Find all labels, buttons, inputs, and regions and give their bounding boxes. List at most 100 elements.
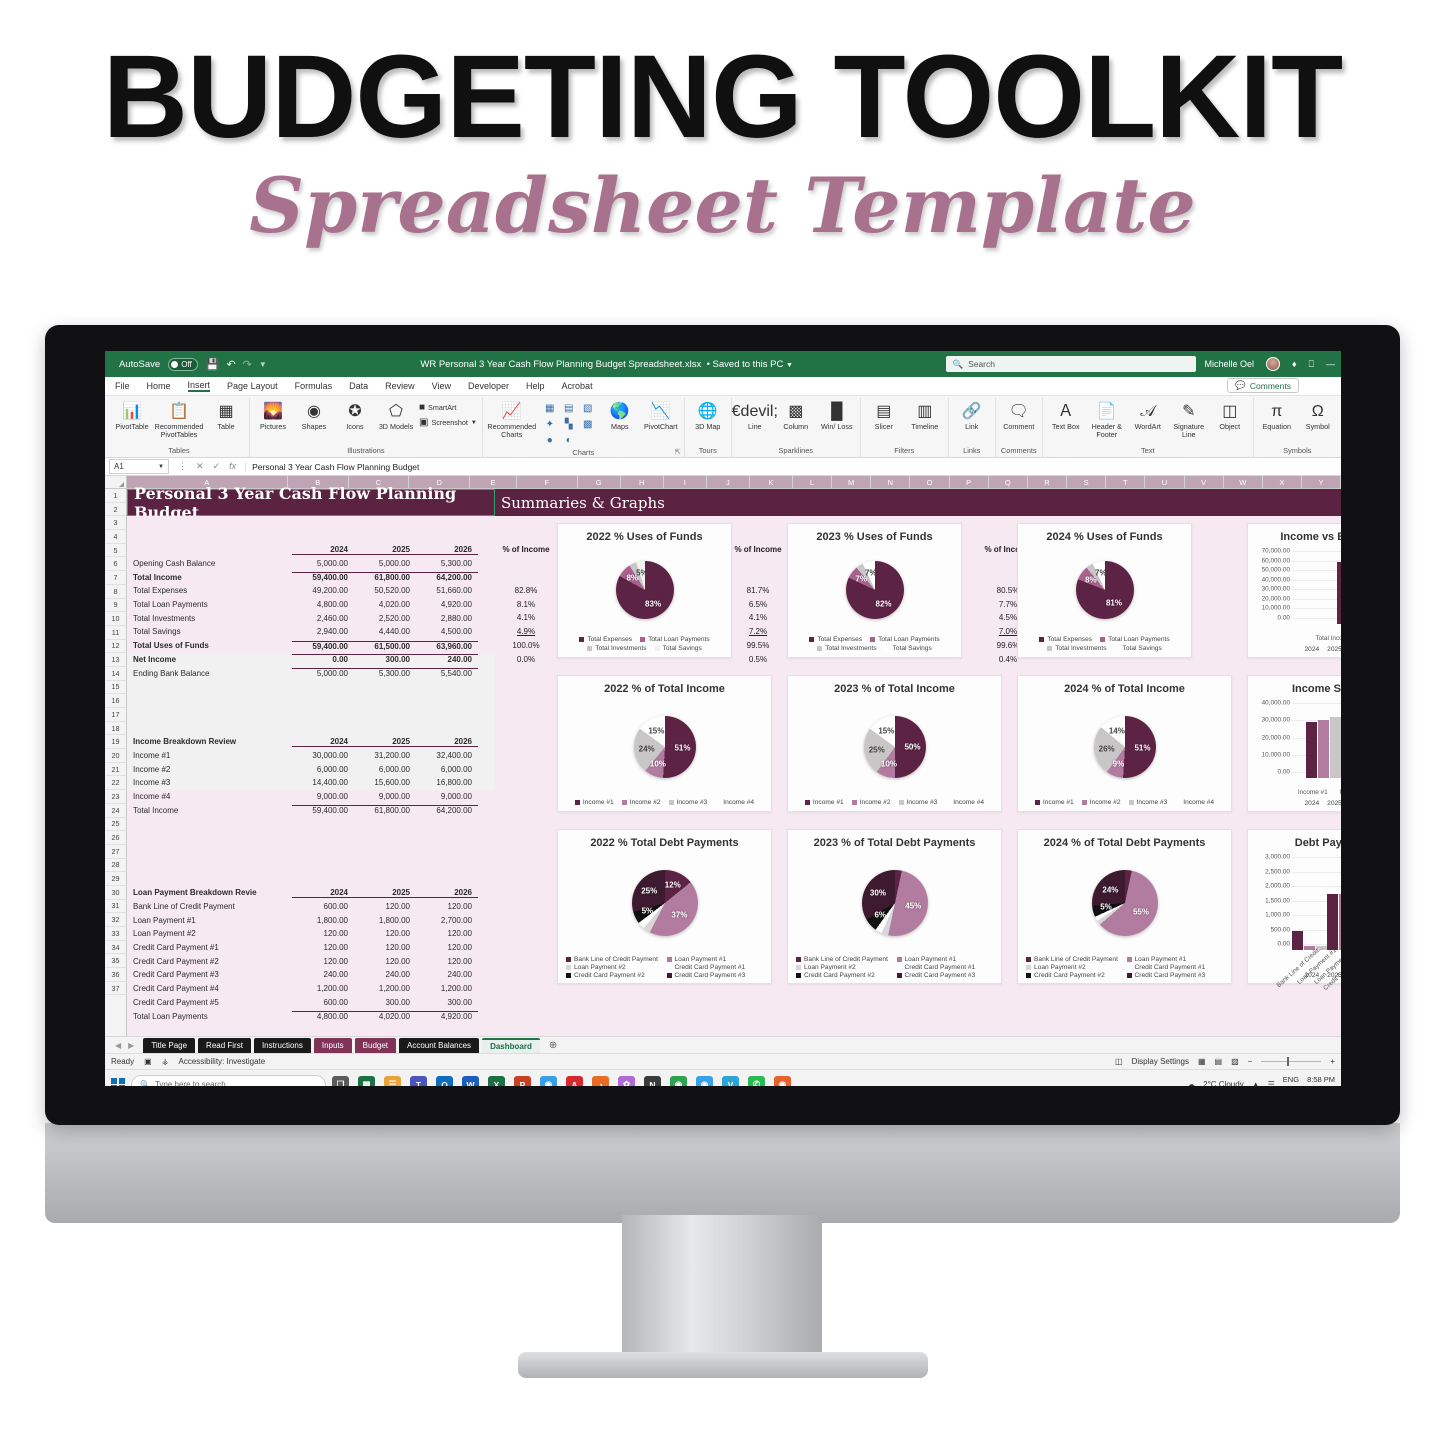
autosave-toggle[interactable]: Off: [168, 357, 198, 371]
wordart-button[interactable]: 𝒜 WordArt: [1130, 401, 1166, 431]
3d-map-button[interactable]: 🌐 3D Map: [690, 401, 726, 431]
combo-chart-icon[interactable]: ▩: [579, 417, 597, 432]
table-row[interactable]: Credit Card Payment #5 600.00 300.00 300…: [127, 996, 495, 1010]
expand-formula-bar-icon[interactable]: ⋮: [178, 461, 187, 472]
whatsapp-icon[interactable]: ✆: [748, 1076, 765, 1086]
slicer-button[interactable]: ▤ Slicer: [866, 401, 902, 431]
chart-card-income-vs-expenses[interactable]: Income vs Expenses 70,000.00 60,000.0050,0…: [1247, 523, 1341, 658]
ribbon-tab-file[interactable]: File: [115, 381, 130, 391]
row-header-18[interactable]: 18: [105, 722, 126, 736]
page-break-view-icon[interactable]: ▨: [1231, 1057, 1239, 1066]
column-header-O[interactable]: O: [910, 476, 950, 488]
table-row[interactable]: Income #3 14,400.00 15,600.00 16,800.00: [127, 776, 495, 790]
notion-icon[interactable]: N: [644, 1076, 661, 1086]
smartart-button[interactable]: ■ SmartArt: [419, 401, 477, 414]
sheet-tab-inputs[interactable]: Inputs: [313, 1037, 352, 1053]
chart-card-2022-total-income[interactable]: 2022 % of Total Income 51% 10% 24% 15% Income…: [557, 675, 772, 812]
next-sheet-icon[interactable]: ▶: [128, 1041, 134, 1050]
firefox-icon[interactable]: ◔: [592, 1076, 609, 1086]
symbol-button[interactable]: Ω Symbol: [1300, 401, 1336, 431]
header-footer-button[interactable]: 📄 Header & Footer: [1089, 401, 1125, 439]
ribbon-tab-formulas[interactable]: Formulas: [295, 381, 333, 391]
table-row[interactable]: Credit Card Payment #4 1,200.00 1,200.00…: [127, 982, 495, 996]
table-row[interactable]: Total Income 59,400.00 61,800.00 64,200.…: [127, 803, 495, 817]
row-header-2[interactable]: 2: [105, 503, 126, 517]
save-icon[interactable]: 💾: [206, 358, 220, 371]
screenshot-button[interactable]: ▣ Screenshot ▼: [419, 416, 477, 429]
avatar[interactable]: [1266, 357, 1280, 371]
diamond-icon[interactable]: ♦: [1292, 359, 1297, 369]
table-row[interactable]: Total Loan Payments 4,800.00 4,020.00 4,…: [127, 598, 495, 612]
row-header-12[interactable]: 12: [105, 640, 126, 654]
powerpoint-icon[interactable]: P: [514, 1076, 531, 1086]
icons-button[interactable]: ✪ Icons: [337, 401, 373, 431]
sparkline-line-button[interactable]: €devil; Line: [732, 401, 778, 431]
new-comment-button[interactable]: 🗨 Comment: [1001, 401, 1037, 431]
screenshot-chevron-down-icon[interactable]: ▼: [471, 420, 477, 426]
sheet-tab-dashboard[interactable]: Dashboard: [482, 1037, 540, 1053]
chart-card-income-streams[interactable]: Income Streams40,000.00 30,000.00 20,000.0…: [1247, 675, 1341, 812]
page-layout-view-icon[interactable]: ▤: [1215, 1057, 1223, 1066]
teams-icon[interactable]: T: [410, 1076, 427, 1086]
column-header-F[interactable]: F: [516, 476, 578, 488]
ribbon-tab-bar[interactable]: File Home Insert Page Layout Formulas Da…: [105, 377, 1341, 396]
column-header-N[interactable]: N: [871, 476, 911, 488]
task-view-icon[interactable]: ❑: [332, 1076, 349, 1086]
table-row[interactable]: Credit Card Payment #1 120.00 120.00 120…: [127, 941, 495, 955]
ribbon-tab-help[interactable]: Help: [526, 381, 545, 391]
pictures-button[interactable]: 🌄 Pictures: [255, 401, 291, 431]
display-settings-icon[interactable]: ◫: [1115, 1057, 1123, 1066]
ribbon-tab-acrobat[interactable]: Acrobat: [562, 381, 593, 391]
pie-chart-icon[interactable]: ●: [541, 433, 559, 448]
zoom-in-button[interactable]: +: [1330, 1057, 1335, 1066]
column-header-Y[interactable]: Y: [1301, 476, 1341, 488]
browser-icon[interactable]: ◉: [774, 1076, 791, 1086]
table-button[interactable]: ▦ Table: [208, 401, 244, 431]
column-header-L[interactable]: L: [792, 476, 833, 488]
surface-chart-icon[interactable]: ◐: [560, 433, 578, 448]
row-header-31[interactable]: 31: [105, 900, 126, 914]
photos-icon[interactable]: ✿: [618, 1076, 635, 1086]
clock[interactable]: 8:58 PM 2023-12: [1307, 1076, 1335, 1086]
row-header-24[interactable]: 24: [105, 804, 126, 818]
sheet-tab-title-page[interactable]: Title Page: [143, 1037, 196, 1053]
column-header-Q[interactable]: Q: [988, 476, 1028, 488]
quick-access-toolbar[interactable]: 💾 ↶ ↷ ▼: [206, 358, 267, 371]
table-row[interactable]: Total Expenses 49,200.00 50,520.00 51,66…: [127, 584, 495, 598]
recording-macro-icon[interactable]: ▣: [144, 1057, 152, 1066]
select-all-corner[interactable]: [105, 476, 127, 488]
row-header-3[interactable]: 3: [105, 516, 126, 531]
ribbon-display-options-icon[interactable]: ⎕: [1309, 359, 1314, 370]
row-header-4[interactable]: 4: [105, 530, 126, 544]
pdf-icon[interactable]: A: [566, 1076, 583, 1086]
language-indicator[interactable]: ENG US: [1283, 1076, 1299, 1086]
word-icon[interactable]: W: [462, 1076, 479, 1086]
table-row[interactable]: Total Investments 2,460.00 2,520.00 2,88…: [127, 611, 495, 625]
outlook-icon[interactable]: O: [436, 1076, 453, 1086]
row-header-33[interactable]: 33: [105, 927, 126, 941]
row-header-37[interactable]: 37: [105, 982, 126, 996]
sparkline-winloss-button[interactable]: █ Win/ Loss: [819, 401, 855, 431]
ribbon-tab-view[interactable]: View: [432, 381, 451, 391]
column-header-G[interactable]: G: [577, 476, 621, 488]
row-header-13[interactable]: 13: [105, 653, 126, 667]
chart-card-2022-debt-payments[interactable]: 2022 % Total Debt Payments 12% 37% 5% 25% Ban…: [557, 829, 772, 984]
comments-button[interactable]: 💬 Comments: [1227, 378, 1299, 393]
statistic-chart-icon[interactable]: ▚: [560, 417, 578, 432]
equation-button[interactable]: π Equation: [1259, 401, 1295, 431]
previous-sheet-icon[interactable]: ◀: [115, 1041, 121, 1050]
redo-icon[interactable]: ↷: [243, 358, 252, 371]
chart-card-debt-payments-bar[interactable]: Debt Payments 3,000.00 2,500.00 2,000.00 1,5…: [1247, 829, 1341, 992]
column-header-K[interactable]: K: [749, 476, 793, 488]
customize-qat-icon[interactable]: ▼: [259, 360, 267, 369]
minimize-button[interactable]: —: [1326, 359, 1335, 369]
chart-type-gallery[interactable]: ▦ ▤ ▧ ✦ ▚ ▩ ● ◐: [541, 401, 597, 448]
table-row[interactable]: Ending Bank Balance 5,000.00 5,300.00 5,…: [127, 666, 495, 680]
network-icon[interactable]: ☰: [1268, 1080, 1275, 1086]
taskbar-app-icons[interactable]: ❑ ▦ ☰ T O W X P ◉ A ◔ ✿ N ◉ ◉ V ✆ ◉: [332, 1076, 791, 1086]
row-header-21[interactable]: 21: [105, 763, 126, 777]
chart-card-2022-uses-of-funds[interactable]: 2022 % Uses of Funds 83% 8% 5% Total Expense…: [557, 523, 732, 658]
row-header-34[interactable]: 34: [105, 941, 126, 955]
ribbon-tab-developer[interactable]: Developer: [468, 381, 509, 391]
link-button[interactable]: 🔗 Link: [954, 401, 990, 431]
